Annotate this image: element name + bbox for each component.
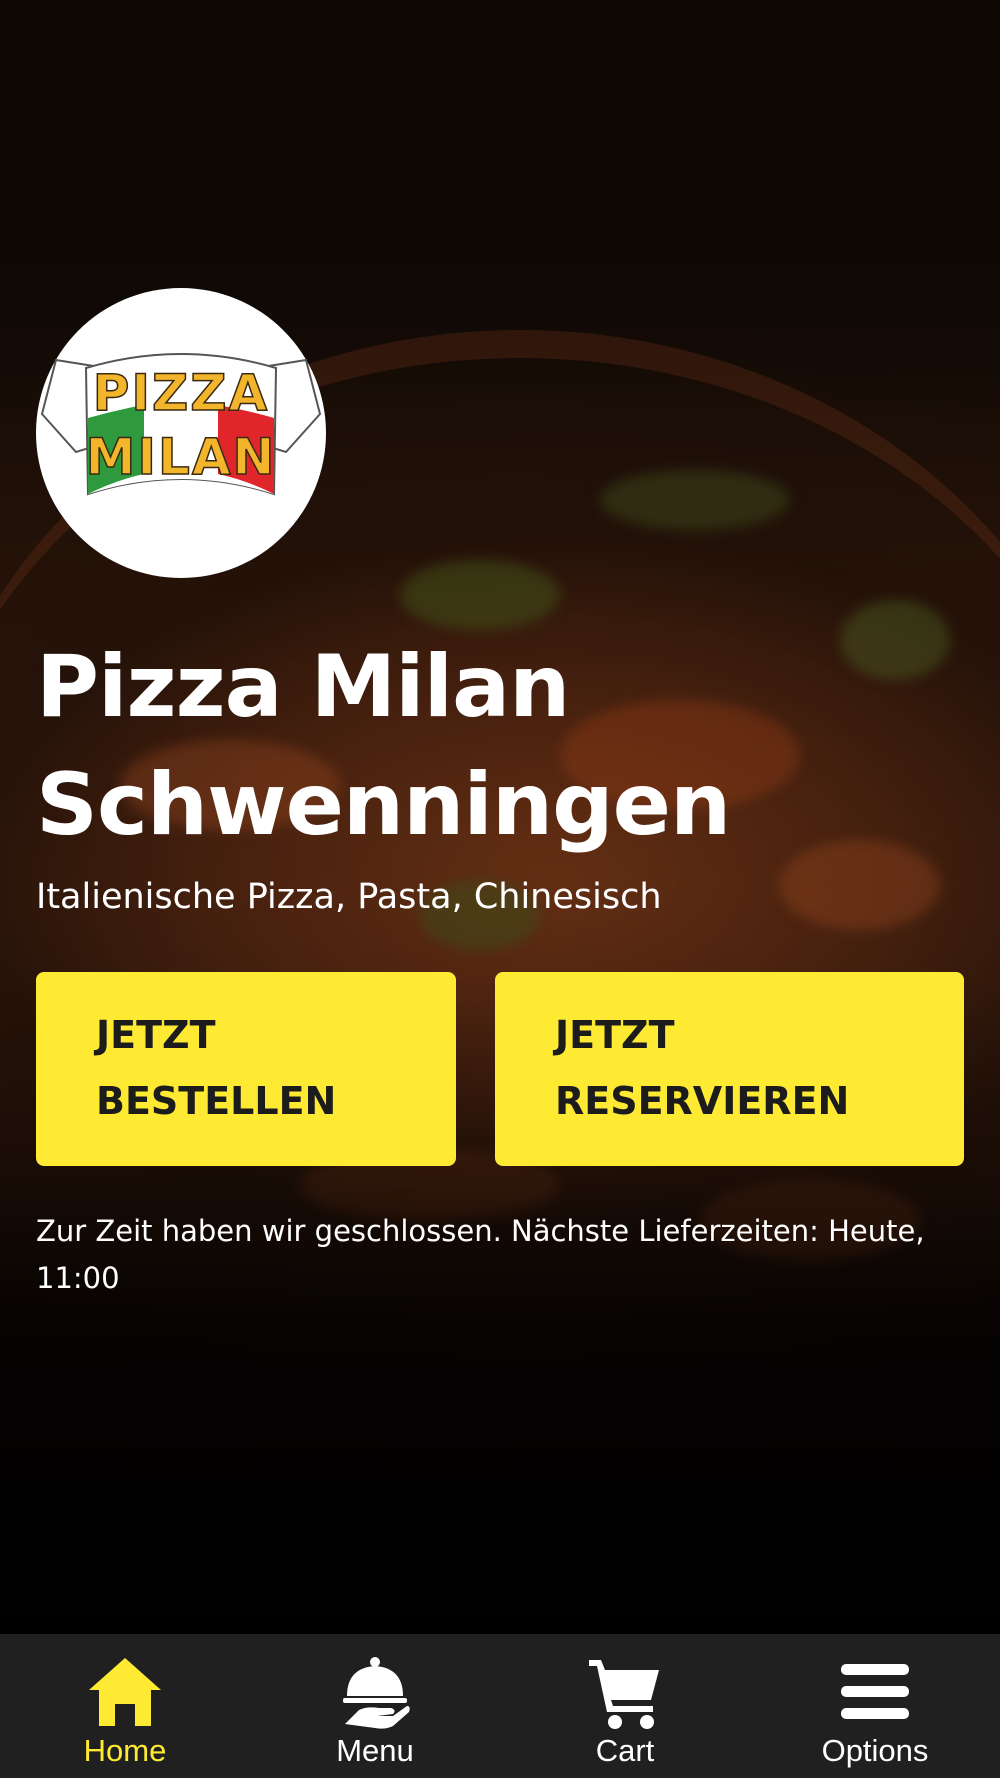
bottom-navigation-bar: Home Menu Cart Options [0,1634,1000,1778]
reserve-now-label-line1: JETZT [555,1013,675,1057]
opening-status-text: Zur Zeit haben wir geschlossen. Nächste … [36,1214,925,1295]
reserve-now-button[interactable]: JETZT RESERVIEREN [495,972,964,1166]
nav-label-cart: Cart [595,1733,655,1768]
nav-label-home: Home [83,1733,167,1768]
order-now-label-line1: JETZT [96,1013,216,1057]
cuisine-subtitle: Italienische Pizza, Pasta, Chinesisch [36,877,662,917]
nav-item-home[interactable]: Home [0,1634,250,1778]
home-icon [89,1658,161,1726]
restaurant-logo: PIZZA MILAN [36,288,326,578]
order-now-label-line2: BESTELLEN [96,1079,337,1123]
cloche-icon [343,1657,410,1729]
nav-item-options[interactable]: Options [750,1634,1000,1778]
order-now-button[interactable]: JETZT BESTELLEN [36,972,456,1166]
hamburger-icon [841,1664,909,1719]
nav-item-menu[interactable]: Menu [250,1634,500,1778]
logo-word-milan: MILAN [86,428,277,486]
nav-label-menu: Menu [336,1733,414,1768]
restaurant-title: Pizza Milan Schwenningen [36,628,936,864]
reserve-now-label-line2: RESERVIEREN [555,1079,850,1123]
nav-label-options: Options [821,1733,929,1768]
restaurant-title-line2: Schwenningen [36,755,731,855]
restaurant-title-line1: Pizza Milan [36,637,570,737]
logo-word-pizza: PIZZA [93,364,269,422]
app-screen: PIZZA MILAN Pizza Milan Schwenningen Ita… [0,0,1000,1778]
logo-graphic: PIZZA MILAN [40,353,322,496]
nav-item-cart[interactable]: Cart [500,1634,750,1778]
cart-icon [589,1660,659,1729]
